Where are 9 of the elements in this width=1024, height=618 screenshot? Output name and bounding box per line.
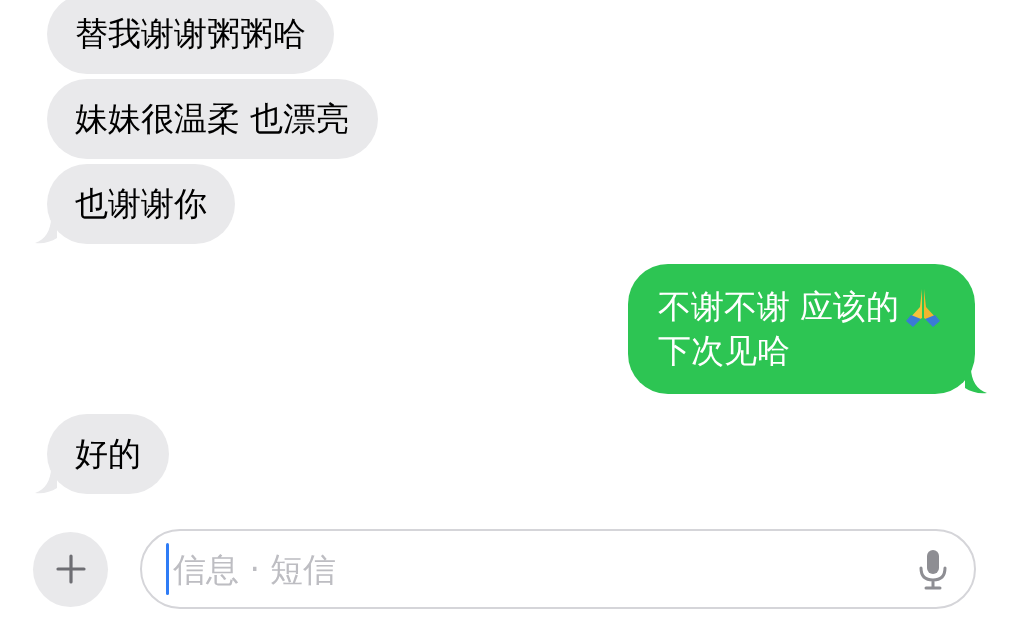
message-text: 替我谢谢粥粥哈: [75, 13, 306, 55]
message-input-field[interactable]: 信息 · 短信: [140, 529, 976, 609]
message-text: 下次见哈: [657, 330, 790, 372]
text-caret: [166, 543, 169, 595]
message-text: 不谢不谢 应该的: [657, 286, 899, 328]
message-text: 也谢谢你: [75, 183, 207, 225]
microphone-icon[interactable]: [918, 548, 948, 590]
message-text: 好的: [75, 433, 141, 475]
message-text: 妹妹很温柔 也漂亮: [75, 98, 350, 140]
